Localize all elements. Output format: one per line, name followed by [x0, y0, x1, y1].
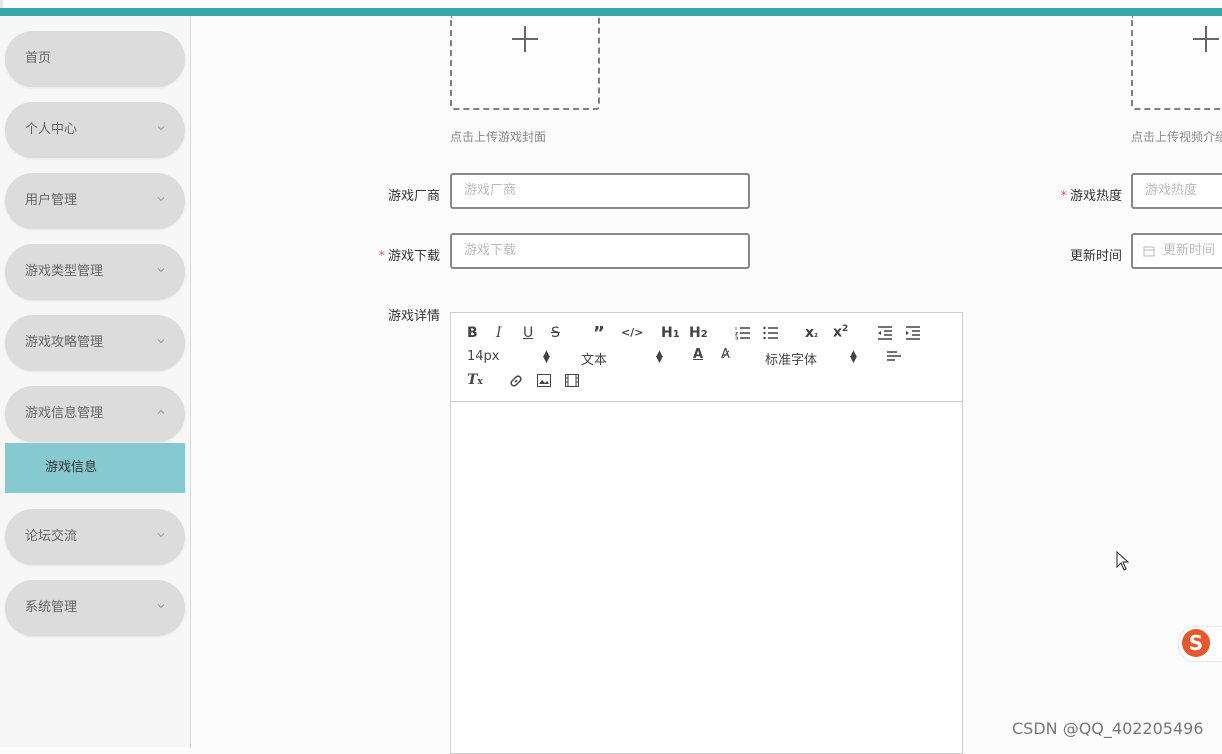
- chevron-down-icon: [157, 126, 165, 131]
- heading1-icon[interactable]: H1: [661, 325, 680, 341]
- mouse-cursor-icon: [1116, 551, 1130, 571]
- heat-input[interactable]: 游戏热度: [1131, 173, 1222, 209]
- download-placeholder: 游戏下载: [464, 243, 517, 258]
- sidebar-item-label: 个人中心: [25, 122, 78, 137]
- vendor-placeholder: 游戏厂商: [464, 183, 517, 198]
- plus-icon: [1193, 26, 1219, 52]
- sidebar-item-game-guide-management[interactable]: 游戏攻略管理: [5, 315, 185, 371]
- vendor-label-text: 游戏厂商: [387, 189, 440, 204]
- heading2-icon[interactable]: H2: [689, 325, 708, 341]
- sidebar-item-game-type-management[interactable]: 游戏类型管理: [5, 244, 185, 300]
- editor-content-area[interactable]: [451, 402, 962, 752]
- underline-icon[interactable]: U: [523, 325, 533, 341]
- plus-icon: [512, 26, 538, 52]
- heat-label: * 游戏热度: [1040, 185, 1122, 204]
- rich-text-editor: B I U S ” </> H1 H2 x₂ x2 14px ▲ ▼ 文本 ▲ ▼ …: [450, 312, 963, 754]
- sidebar-item-personal-center[interactable]: 个人中心: [5, 102, 185, 158]
- sidebar-item-label: 首页: [25, 51, 52, 66]
- vendor-label: 游戏厂商: [370, 185, 440, 204]
- bullet-list-icon[interactable]: [763, 326, 779, 340]
- sidebar-item-system-management[interactable]: 系统管理: [5, 580, 185, 636]
- sidebar-item-label: 游戏攻略管理: [25, 335, 104, 350]
- superscript-icon[interactable]: x2: [833, 324, 848, 341]
- heat-label-text: 游戏热度: [1069, 189, 1122, 204]
- sidebar-subitem-game-info[interactable]: 游戏信息: [5, 443, 185, 493]
- top-bar: [0, 8, 1222, 16]
- sidebar-subitem-label: 游戏信息: [45, 460, 98, 475]
- indent-icon[interactable]: [905, 326, 921, 340]
- details-label: 游戏详情: [387, 309, 440, 324]
- sidebar-item-label: 系统管理: [25, 600, 78, 615]
- bold-icon[interactable]: B: [467, 325, 478, 341]
- font-family-select-arrow-icon: ▲ ▼: [850, 349, 857, 365]
- calendar-icon: [1143, 246, 1155, 257]
- update-time-label: 更新时间: [1069, 249, 1122, 264]
- link-icon[interactable]: [509, 374, 523, 388]
- update-time-input[interactable]: 更新时间: [1131, 233, 1222, 269]
- image-icon[interactable]: [537, 374, 551, 387]
- video-upload-box[interactable]: [1131, 16, 1222, 110]
- download-label: * 游戏下载: [360, 245, 440, 264]
- strikethrough-icon[interactable]: S: [551, 325, 560, 341]
- font-size-select[interactable]: 14px: [467, 349, 500, 364]
- font-family-select[interactable]: 标准字体: [765, 349, 817, 368]
- sidebar-item-forum[interactable]: 论坛交流: [5, 509, 185, 565]
- download-input[interactable]: 游戏下载: [450, 233, 750, 269]
- sidebar-item-label: 论坛交流: [25, 529, 78, 544]
- text-style-select[interactable]: 文本: [581, 349, 607, 368]
- cover-upload-box[interactable]: [450, 16, 600, 110]
- align-left-icon[interactable]: [887, 351, 901, 363]
- sidebar-item-label: 游戏类型管理: [25, 264, 104, 279]
- input-method-badge: S: [1178, 626, 1222, 662]
- outdent-icon[interactable]: [877, 326, 893, 340]
- sidebar-item-home[interactable]: 首页: [5, 31, 185, 87]
- code-icon[interactable]: </>: [621, 326, 643, 339]
- font-color-icon[interactable]: A: [693, 347, 703, 362]
- required-marker: *: [1060, 189, 1067, 204]
- sidebar-item-game-info-management[interactable]: 游戏信息管理: [5, 386, 185, 442]
- cover-upload-hint: 点击上传游戏封面: [450, 130, 547, 144]
- update-time-placeholder: 更新时间: [1163, 243, 1216, 258]
- text-style-select-arrow-icon: ▲ ▼: [656, 349, 663, 365]
- chevron-down-icon: [157, 339, 165, 344]
- subscript-icon[interactable]: x₂: [805, 325, 818, 341]
- video-upload-hint: 点击上传视频介绍: [1131, 130, 1222, 144]
- background-color-icon[interactable]: A̷: [721, 347, 730, 362]
- chevron-down-icon: [157, 268, 165, 273]
- font-size-select-arrow-icon: ▲ ▼: [543, 349, 550, 365]
- sidebar-item-label: 游戏信息管理: [25, 406, 104, 421]
- clear-format-icon[interactable]: Tx: [467, 372, 483, 388]
- heat-placeholder: 游戏热度: [1145, 183, 1198, 198]
- required-marker: *: [378, 249, 385, 264]
- watermark: CSDN @QQ_402205496: [1012, 719, 1204, 738]
- ordered-list-icon[interactable]: [735, 326, 751, 340]
- sogou-logo-icon: S: [1182, 629, 1210, 657]
- editor-toolbar: B I U S ” </> H1 H2 x₂ x2 14px ▲ ▼ 文本 ▲ ▼ …: [451, 313, 962, 402]
- chevron-up-icon: [157, 409, 165, 414]
- vendor-input[interactable]: 游戏厂商: [450, 173, 750, 209]
- sidebar-item-user-management[interactable]: 用户管理: [5, 173, 185, 229]
- chevron-down-icon: [157, 604, 165, 609]
- sidebar-item-label: 用户管理: [25, 193, 78, 208]
- download-label-text: 游戏下载: [387, 249, 440, 264]
- italic-icon[interactable]: I: [496, 325, 502, 341]
- blockquote-icon[interactable]: ”: [593, 323, 605, 344]
- video-icon[interactable]: [565, 374, 579, 387]
- chevron-down-icon: [157, 533, 165, 538]
- chevron-down-icon: [157, 197, 165, 202]
